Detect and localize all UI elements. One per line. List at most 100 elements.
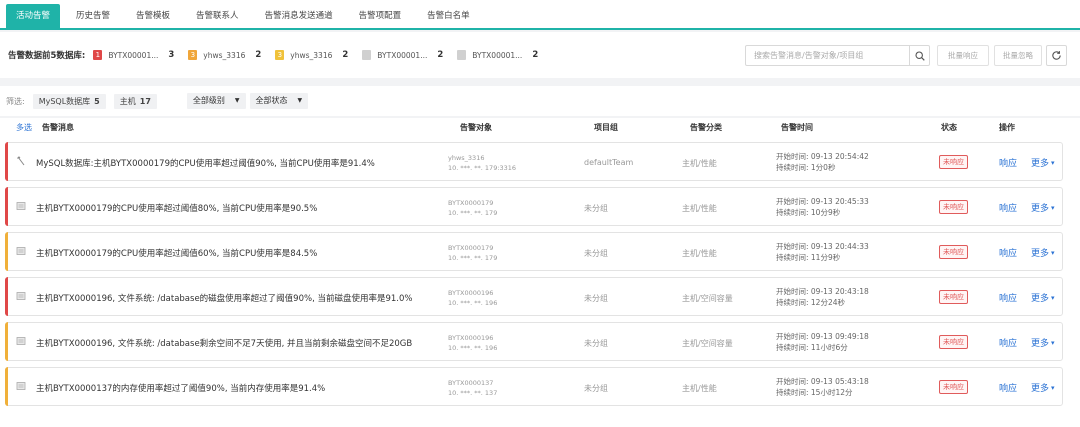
respond-button[interactable]: 响应 <box>999 201 1017 214</box>
tab-1[interactable]: 历史告警 <box>66 4 120 28</box>
respond-button[interactable]: 响应 <box>999 156 1017 169</box>
alert-object-name: BYTX0000196 <box>448 334 494 342</box>
respond-button[interactable]: 响应 <box>999 336 1017 349</box>
level-dropdown-value: 全部级别 <box>192 96 225 105</box>
refresh-icon[interactable] <box>1046 45 1067 66</box>
alert-object-address: 10. ***. **. 179 <box>448 209 498 217</box>
alert-start-time: 开始时间: 09-13 05:43:18 <box>776 377 869 386</box>
filter-chip-host[interactable]: 主机 17 <box>113 93 157 109</box>
alert-message[interactable]: 主机BYTX0000196, 文件系统: /database剩余空间不足7天使用… <box>36 337 412 349</box>
chevron-down-icon: ▾ <box>1051 383 1055 392</box>
alert-object-name: BYTX0000179 <box>448 244 494 252</box>
severity-badge: 1 <box>93 50 103 60</box>
respond-button[interactable]: 响应 <box>999 381 1017 394</box>
summary-item[interactable]: 3 yhws_3316 2 <box>275 50 348 60</box>
header-message: 告警消息 <box>42 123 74 132</box>
header-action: 操作 <box>999 123 1015 132</box>
alert-duration: 持续时间: 15小时12分 <box>776 388 853 397</box>
severity-bar <box>5 322 8 361</box>
severity-badge: 3 <box>275 50 285 60</box>
tab-6[interactable]: 告警白名单 <box>417 4 480 28</box>
alert-group: defaultTeam <box>584 158 634 167</box>
summary-item[interactable]: 1 BYTX00001... 3 <box>93 50 174 60</box>
alert-group: 未分组 <box>584 204 608 213</box>
filter-label: 筛选: <box>6 96 25 106</box>
alert-duration: 持续时间: 11小时6分 <box>776 343 848 352</box>
alert-message[interactable]: 主机BYTX0000179的CPU使用率超过阈值60%, 当前CPU使用率是84… <box>36 247 317 259</box>
alert-message[interactable]: 主机BYTX0000137的内存使用率超过了阈值90%, 当前内存使用率是91.… <box>36 382 325 394</box>
host-icon <box>16 246 26 256</box>
level-dropdown[interactable]: 全部级别 ▼ <box>186 93 246 109</box>
alert-duration: 持续时间: 10分9秒 <box>776 208 841 217</box>
more-label: 更多 <box>1031 159 1050 169</box>
summary-title: 告警数据前5数据库: <box>8 51 86 61</box>
alert-time: 开始时间: 09-13 20:54:42 持续时间: 1分0秒 <box>776 151 869 173</box>
tab-3[interactable]: 告警联系人 <box>186 4 249 28</box>
alert-time: 开始时间: 09-13 05:43:18 持续时间: 15小时12分 <box>776 376 869 398</box>
alert-object-name: BYTX0000137 <box>448 379 494 387</box>
database-icon <box>16 156 26 166</box>
alert-message[interactable]: MySQL数据库:主机BYTX0000179的CPU使用率超过阈值90%, 当前… <box>36 157 375 169</box>
host-icon <box>16 336 26 346</box>
more-menu-button[interactable]: 更多 ▾ <box>1031 201 1055 215</box>
search-input[interactable] <box>746 46 909 65</box>
alert-group: 未分组 <box>584 339 608 348</box>
alert-object-name: BYTX0000196 <box>448 289 494 297</box>
table-header: 多选 告警消息 告警对象 项目组 告警分类 告警时间 状态 操作 <box>0 118 1080 136</box>
severity-bar <box>5 187 8 226</box>
chevron-down-icon: ▾ <box>1051 293 1055 302</box>
alert-start-time: 开始时间: 09-13 20:43:18 <box>776 287 869 296</box>
alert-tabs: 活动告警 历史告警 告警模板 告警联系人 告警消息发送通道 告警项配置 告警白名单 <box>0 0 1080 30</box>
header-time: 告警时间 <box>781 123 813 132</box>
more-menu-button[interactable]: 更多 ▾ <box>1031 291 1055 305</box>
chevron-down-icon: ▾ <box>1051 203 1055 212</box>
alert-object: BYTX0000196 10. ***. **. 196 <box>448 333 497 353</box>
bulk-respond-button[interactable]: 批量响应 <box>937 45 989 66</box>
table-row[interactable]: 主机BYTX0000137的内存使用率超过了阈值90%, 当前内存使用率是91.… <box>5 367 1063 406</box>
summary-item[interactable]: BYTX00001... 2 <box>362 50 443 60</box>
table-row[interactable]: 主机BYTX0000196, 文件系统: /database的磁盘使用率超过了阈… <box>5 277 1063 316</box>
summary-item[interactable]: 3 yhws_3316 2 <box>188 50 261 60</box>
chevron-down-icon: ▾ <box>1051 248 1055 257</box>
summary-item[interactable]: BYTX00001... 2 <box>457 50 538 60</box>
status-badge: 未响应 <box>939 380 968 394</box>
filter-chip-mysql[interactable]: MySQL数据库 5 <box>32 93 106 109</box>
status-badge: 未响应 <box>939 335 968 349</box>
alert-category: 主机/空间容量 <box>682 339 733 348</box>
tab-2[interactable]: 告警模板 <box>126 4 180 28</box>
state-dropdown[interactable]: 全部状态 ▼ <box>249 93 309 109</box>
more-menu-button[interactable]: 更多 ▾ <box>1031 246 1055 260</box>
status-badge: 未响应 <box>939 290 968 304</box>
respond-button[interactable]: 响应 <box>999 246 1017 259</box>
table-row[interactable]: 主机BYTX0000179的CPU使用率超过阈值80%, 当前CPU使用率是90… <box>5 187 1063 226</box>
severity-badge: 3 <box>188 50 198 60</box>
bulk-ignore-button[interactable]: 批量忽略 <box>994 45 1042 66</box>
host-icon <box>16 201 26 211</box>
alert-start-time: 开始时间: 09-13 20:54:42 <box>776 152 869 161</box>
alert-object-name: BYTX0000179 <box>448 199 494 207</box>
more-menu-button[interactable]: 更多 ▾ <box>1031 381 1055 395</box>
alert-table: MySQL数据库:主机BYTX0000179的CPU使用率超过阈值90%, 当前… <box>0 136 1080 427</box>
summary-item-count: 2 <box>255 50 262 60</box>
more-menu-button[interactable]: 更多 ▾ <box>1031 336 1055 350</box>
table-row[interactable]: 主机BYTX0000196, 文件系统: /database剩余空间不足7天使用… <box>5 322 1063 361</box>
alert-category: 主机/性能 <box>682 159 717 168</box>
summary-items: 1 BYTX00001... 3 3 yhws_3316 2 3 yhws_3316 2 BYTX… <box>93 50 552 60</box>
alert-duration: 持续时间: 11分9秒 <box>776 253 841 262</box>
alert-message[interactable]: 主机BYTX0000196, 文件系统: /database的磁盘使用率超过了阈… <box>36 292 412 304</box>
tab-0[interactable]: 活动告警 <box>6 4 61 28</box>
tab-5[interactable]: 告警项配置 <box>349 4 412 28</box>
alert-message[interactable]: 主机BYTX0000179的CPU使用率超过阈值80%, 当前CPU使用率是90… <box>36 202 317 214</box>
multi-select-link[interactable]: 多选 <box>16 122 32 133</box>
filter-chip-count: 5 <box>94 96 100 106</box>
alert-object-address: 10. ***. **. 179:3316 <box>448 164 517 172</box>
table-row[interactable]: MySQL数据库:主机BYTX0000179的CPU使用率超过阈值90%, 当前… <box>5 142 1063 181</box>
tab-4[interactable]: 告警消息发送通道 <box>255 4 343 28</box>
respond-button[interactable]: 响应 <box>999 291 1017 304</box>
header-status: 状态 <box>941 123 957 132</box>
table-row[interactable]: 主机BYTX0000179的CPU使用率超过阈值60%, 当前CPU使用率是84… <box>5 232 1063 271</box>
search-icon[interactable] <box>909 46 929 65</box>
more-menu-button[interactable]: 更多 ▾ <box>1031 156 1055 170</box>
alert-category: 主机/性能 <box>682 249 717 258</box>
summary-item-count: 2 <box>342 50 349 60</box>
